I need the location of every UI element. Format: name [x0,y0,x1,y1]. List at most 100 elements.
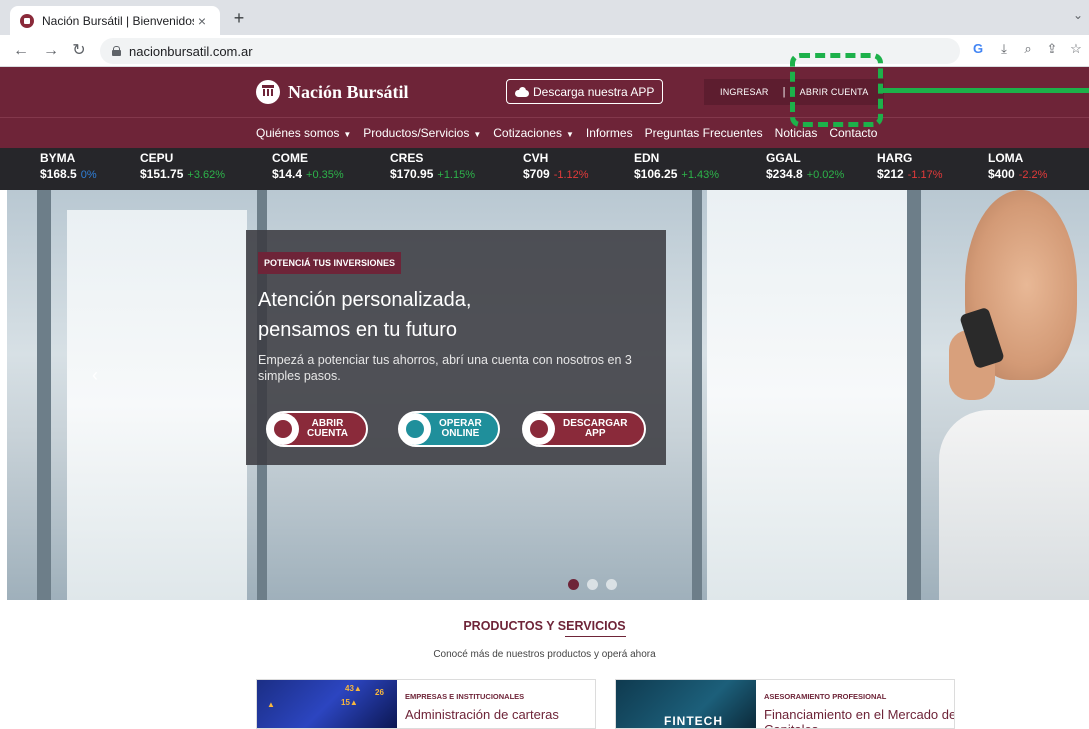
ticker-item[interactable]: COME $14.4 +0.35% [272,151,344,181]
caret-down-icon: ▼ [565,130,574,139]
new-tab-button[interactable]: + [228,8,250,29]
share-icon[interactable]: ⇪ [1042,41,1062,57]
ticker-item[interactable]: HARG $212 -1.17% [877,151,943,181]
lock-icon [112,46,121,56]
ticker-item[interactable]: LOMA $400 -2.2% [988,151,1047,181]
product-category: ASESORAMIENTO PROFESIONAL [764,692,887,701]
ticker-symbol: CRES [390,151,424,165]
person-shirt [939,410,1089,600]
open-account-button[interactable]: ABRIR CUENTA [266,411,368,447]
hero-title-line: pensamos en tu futuro [258,319,458,341]
nav-list: Quiénes somos ▼ Productos/Servicios ▼ Cotiza… [256,126,877,140]
nav-item[interactable]: Contacto [829,126,877,140]
ticker-item[interactable]: CRES $170.95 +1.15% [390,151,475,181]
tab-search-icon[interactable]: ⌄ [1073,8,1083,22]
product-card[interactable]: FINTECH ASESORAMIENTO PROFESIONAL Financ… [615,679,955,729]
forward-icon[interactable]: → [40,40,62,62]
login-separator: | [782,86,786,98]
download-app-label: Descarga nuestra APP [533,84,655,99]
reload-icon[interactable]: ↻ [68,40,90,62]
close-tab-icon[interactable]: × [194,13,210,29]
ticker-item[interactable]: CVH $709 -1.12% [523,151,589,181]
ticker-item[interactable]: BYMA $168.5 0% [40,151,97,181]
ticker-price: $234.8 [766,167,803,181]
nav-item-label: Quiénes somos [256,126,340,140]
carousel-dot[interactable] [606,579,617,590]
carousel-dot[interactable] [587,579,598,590]
stock-ticker: BYMA $168.5 0% CEPU $151.75 +3.62% COME $14.4 +0… [0,148,1089,190]
ticker-symbol: BYMA [40,151,76,165]
ticker-symbol: COME [272,151,308,165]
ticker-change: +0.02% [806,169,845,181]
annotation-highlight-box [790,53,883,127]
ticker-change: +1.15% [437,169,476,181]
ticker-price: $170.95 [390,167,434,181]
browser-tabstrip: Nación Bursátil | Bienvenidos × + ⌄ [0,0,1089,35]
google-translate-icon[interactable]: G [968,41,988,56]
brand-logo-link[interactable]: Nación Bursátil [256,80,409,104]
ticker-change: -1.17% [907,169,943,181]
nav-item[interactable]: Productos/Servicios ▼ [363,126,481,140]
nav-item[interactable]: Cotizaciones ▼ [493,126,574,140]
ticker-price: $709 [523,167,550,181]
ticker-item[interactable]: EDN $106.25 +1.43% [634,151,719,181]
back-icon[interactable]: ← [10,40,32,62]
ticker-price: $14.4 [272,167,303,181]
hero-title: Atención personalizada, pensamos en tu f… [258,285,658,345]
ticker-price: $212 [877,167,904,181]
nav-item-label: Productos/Servicios [363,126,470,140]
nav-item-label: Informes [585,126,633,140]
ticker-quote: $106.25 +1.43% [634,167,719,181]
login-link[interactable]: INGRESAR [720,87,769,97]
nav-item[interactable]: Noticias [775,126,818,140]
brand-name: Nación Bursátil [288,81,409,102]
product-category: EMPRESAS E INSTITUCIONALES [405,692,525,701]
nav-item-label: Preguntas Frecuentes [644,126,763,140]
carousel-dot[interactable] [568,579,579,590]
title-underline [565,636,626,637]
ticker-symbol: HARG [877,151,913,165]
product-title[interactable]: Administración de carteras [405,707,595,722]
ticker-change: -2.2% [1018,169,1048,181]
window-frame [907,190,921,600]
nav-item-label: Cotizaciones [493,126,562,140]
ticker-price: $400 [988,167,1015,181]
nav-item[interactable]: Informes [586,126,633,140]
main-navigation: Quiénes somos ▼ Productos/Servicios ▼ Cotiza… [0,117,1089,148]
products-title: PRODUCTOS Y SERVICIOS [463,619,626,633]
ticker-quote: $151.75 +3.62% [140,167,225,181]
operate-online-button[interactable]: OPERAR ONLINE [398,411,500,447]
nav-item[interactable]: Quiénes somos ▼ [256,126,351,140]
ticker-price: $168.5 [40,167,77,181]
ticker-symbol: GGAL [766,151,801,165]
zoom-icon[interactable]: ⌕ [1018,41,1038,57]
carousel-prev-icon[interactable]: ‹ [92,365,98,386]
ticker-item[interactable]: GGAL $234.8 +0.02% [766,151,844,181]
ticker-quote: $400 -2.2% [988,167,1047,181]
ticker-price: $151.75 [140,167,184,181]
nav-item[interactable]: Preguntas Frecuentes [645,126,763,140]
ticker-quote: $14.4 +0.35% [272,167,344,181]
ticker-quote: $170.95 +1.15% [390,167,475,181]
ticker-change: +3.62% [187,169,226,181]
product-card[interactable]: 43▲ 15▲ 26 ▲ EMPRESAS E INSTITUCIONALES Adm… [256,679,596,729]
ticker-quote: $168.5 0% [40,167,97,181]
window-frame [37,190,51,600]
ticker-price: $106.25 [634,167,678,181]
ticker-item[interactable]: CEPU $151.75 +3.62% [140,151,225,181]
wifi-icon [399,413,431,445]
bookmark-star-icon[interactable]: ☆ [1066,41,1086,57]
operate-online-label: OPERAR ONLINE [439,418,482,439]
ticker-change: -1.12% [553,169,589,181]
product-title[interactable]: Financiamiento en el Mercado de Capitale… [764,707,954,728]
download-app-button[interactable]: Descarga nuestra APP [506,79,664,104]
ticker-change: +1.43% [681,169,720,181]
caret-down-icon: ▼ [473,130,482,139]
browser-tab[interactable]: Nación Bursátil | Bienvenidos × [10,6,220,35]
install-app-icon[interactable]: ⤓ [994,41,1014,57]
hero-photo-person [939,190,1089,600]
hero-eyebrow: POTENCIÁ TUS INVERSIONES [258,252,402,274]
ticker-change: +0.35% [306,169,344,181]
carousel-dots [568,579,617,590]
download-app-cta[interactable]: DESCARGAR APP [522,411,646,447]
